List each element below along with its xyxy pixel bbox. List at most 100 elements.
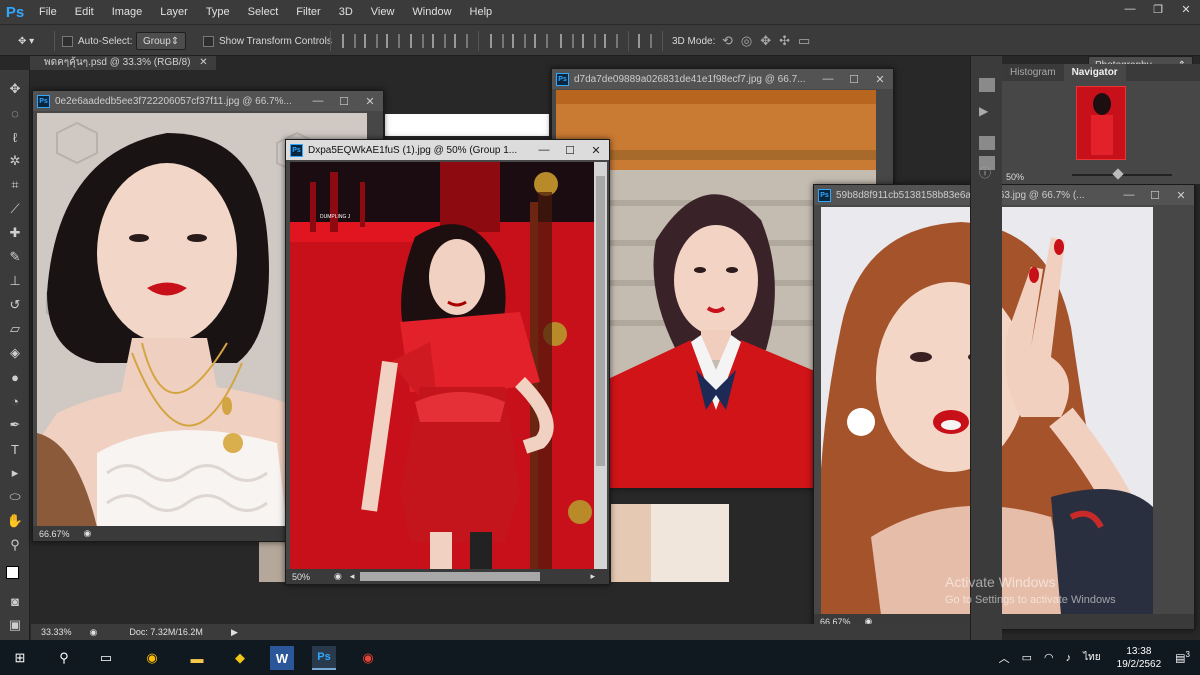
tab-navigator[interactable]: Navigator [1063, 64, 1126, 81]
zoom-tool-icon[interactable]: ⚲ [6, 536, 24, 554]
minimize-button[interactable]: — [531, 140, 557, 160]
info-icon[interactable]: ◉ [334, 571, 342, 582]
chrome-profile-icon[interactable]: ◉ [356, 646, 380, 670]
close-icon[interactable]: ✕ [199, 57, 207, 68]
vertical-scrollbar[interactable] [1179, 207, 1192, 615]
brush-tool-icon[interactable]: ✎ [6, 248, 24, 266]
app-restore-button[interactable]: ❐ [1144, 0, 1172, 18]
navigator-zoom-readout[interactable]: 50% [1006, 172, 1024, 182]
taskbar-clock[interactable]: 13:38 19/2/2562 [1117, 645, 1162, 671]
auto-align-icon[interactable] [638, 34, 652, 48]
tab-histogram[interactable]: Histogram [1002, 64, 1064, 81]
distribute-bottom-icon[interactable] [534, 34, 548, 48]
color-swatches-icon[interactable] [6, 566, 26, 586]
scrollbar-thumb[interactable] [596, 176, 605, 466]
vertical-scrollbar[interactable] [594, 162, 607, 570]
app-close-button[interactable]: ✕ [1172, 0, 1200, 18]
3d-mode-icons[interactable]: ⟲◎✥✣▭ [722, 32, 818, 50]
align-left-icon[interactable] [410, 34, 424, 48]
slider-thumb[interactable] [1112, 168, 1124, 180]
minimize-button[interactable]: — [305, 91, 331, 111]
navigator-thumbnail[interactable] [1076, 86, 1126, 160]
info-icon[interactable]: ◉ [84, 528, 92, 539]
scroll-right-icon[interactable]: ▸ [590, 571, 595, 582]
menu-edit[interactable]: Edit [66, 0, 103, 24]
info-icon[interactable]: ◉ [90, 627, 98, 638]
battery-icon[interactable]: ▭ [1022, 651, 1032, 664]
move-tool-preset-icon[interactable]: ✥ ▾ [18, 32, 34, 50]
tray-chevron-icon[interactable]: ︿ [999, 650, 1010, 666]
wifi-icon[interactable]: ◠ [1044, 651, 1054, 664]
screen-mode-icon[interactable]: ▣ [6, 616, 24, 634]
menu-view[interactable]: View [362, 0, 404, 24]
photoshop-taskbar-icon[interactable]: Ps [312, 646, 336, 670]
distribute-vcenter-icon[interactable] [512, 34, 526, 48]
volume-icon[interactable]: ♪ [1066, 652, 1072, 664]
close-button[interactable]: ✕ [867, 69, 893, 89]
distribute-right-icon[interactable] [604, 34, 618, 48]
align-hcenter-icon[interactable] [432, 34, 446, 48]
menu-select[interactable]: Select [239, 0, 288, 24]
menu-filter[interactable]: Filter [287, 0, 329, 24]
shape-tool-icon[interactable]: ⬭ [6, 488, 24, 506]
paint-bucket-tool-icon[interactable]: ◈ [6, 344, 24, 362]
menu-layer[interactable]: Layer [151, 0, 197, 24]
history-brush-tool-icon[interactable]: ↺ [6, 296, 24, 314]
start-windows-icon[interactable]: ⊞ [8, 646, 32, 670]
word-icon[interactable]: W [270, 646, 294, 670]
window-titlebar[interactable]: Ps 0e2e6aadedb5ee3f722206057cf37f11.jpg … [33, 91, 383, 111]
clone-stamp-tool-icon[interactable]: ⊥ [6, 272, 24, 290]
close-button[interactable]: ✕ [357, 91, 383, 111]
path-select-tool-icon[interactable]: ▸ [6, 464, 24, 482]
menu-help[interactable]: Help [461, 0, 502, 24]
document-window-2-active[interactable]: Ps Dxpa5EQWkAE1fuS (1).jpg @ 50% (Group … [285, 139, 610, 585]
distribute-left-icon[interactable] [560, 34, 574, 48]
auto-select-checkbox[interactable]: Auto-Select: [62, 32, 132, 50]
dodge-tool-icon[interactable]: ◔ [6, 392, 24, 410]
marquee-tool-icon[interactable]: ◌ [6, 104, 24, 122]
pen-tool-icon[interactable]: ✒ [6, 416, 24, 434]
history-panel-icon[interactable] [979, 78, 995, 92]
crop-tool-icon[interactable]: ⌗ [6, 176, 24, 194]
healing-brush-tool-icon[interactable]: ✚ [6, 224, 24, 242]
move-tool-icon[interactable]: ✥ [6, 80, 24, 98]
distribute-hcenter-icon[interactable] [582, 34, 596, 48]
maximize-button[interactable]: ☐ [841, 69, 867, 89]
main-zoom-readout[interactable]: 33.33% [41, 627, 72, 637]
menu-image[interactable]: Image [103, 0, 152, 24]
align-bottom-icon[interactable] [386, 34, 400, 48]
window-titlebar[interactable]: Ps d7da7de09889a026831de41e1f98ecf7.jpg … [552, 69, 893, 89]
lasso-tool-icon[interactable]: ℓ [6, 128, 24, 146]
app-icon[interactable]: ◆ [228, 646, 252, 670]
task-view-icon[interactable]: ▭ [94, 646, 118, 670]
navigator-zoom-slider[interactable] [1072, 168, 1172, 180]
eraser-tool-icon[interactable]: ▱ [6, 320, 24, 338]
actions-panel-icon[interactable]: ▶ [979, 104, 995, 118]
align-vcenter-icon[interactable] [364, 34, 378, 48]
file-explorer-icon[interactable]: ▬ [185, 646, 209, 670]
app-minimize-button[interactable]: — [1116, 0, 1144, 18]
close-button[interactable]: ✕ [1168, 185, 1194, 205]
quick-select-tool-icon[interactable]: ✲ [6, 152, 24, 170]
maximize-button[interactable]: ☐ [557, 140, 583, 160]
scroll-left-icon[interactable]: ◂ [350, 571, 355, 582]
horizontal-scrollbar-thumb[interactable] [360, 572, 541, 581]
status-menu-arrow-icon[interactable]: ▶ [231, 627, 238, 638]
distribute-top-icon[interactable] [490, 34, 504, 48]
menu-3d[interactable]: 3D [330, 0, 362, 24]
properties-panel-icon[interactable] [979, 136, 995, 150]
menu-type[interactable]: Type [197, 0, 239, 24]
close-button[interactable]: ✕ [583, 140, 609, 160]
input-language[interactable]: ไทย [1083, 650, 1100, 665]
align-top-icon[interactable] [342, 34, 356, 48]
zoom-readout[interactable]: 66.67% [39, 529, 70, 539]
minimize-button[interactable]: — [815, 69, 841, 89]
window-titlebar[interactable]: Ps Dxpa5EQWkAE1fuS (1).jpg @ 50% (Group … [286, 140, 609, 160]
zoom-readout[interactable]: 50% [292, 572, 310, 582]
menu-window[interactable]: Window [403, 0, 460, 24]
show-transform-checkbox[interactable]: Show Transform Controls [203, 32, 332, 50]
align-right-icon[interactable] [454, 34, 468, 48]
maximize-button[interactable]: ☐ [1142, 185, 1168, 205]
menu-file[interactable]: File [30, 0, 66, 24]
auto-select-dropdown[interactable]: Group ⇕ [136, 32, 186, 50]
